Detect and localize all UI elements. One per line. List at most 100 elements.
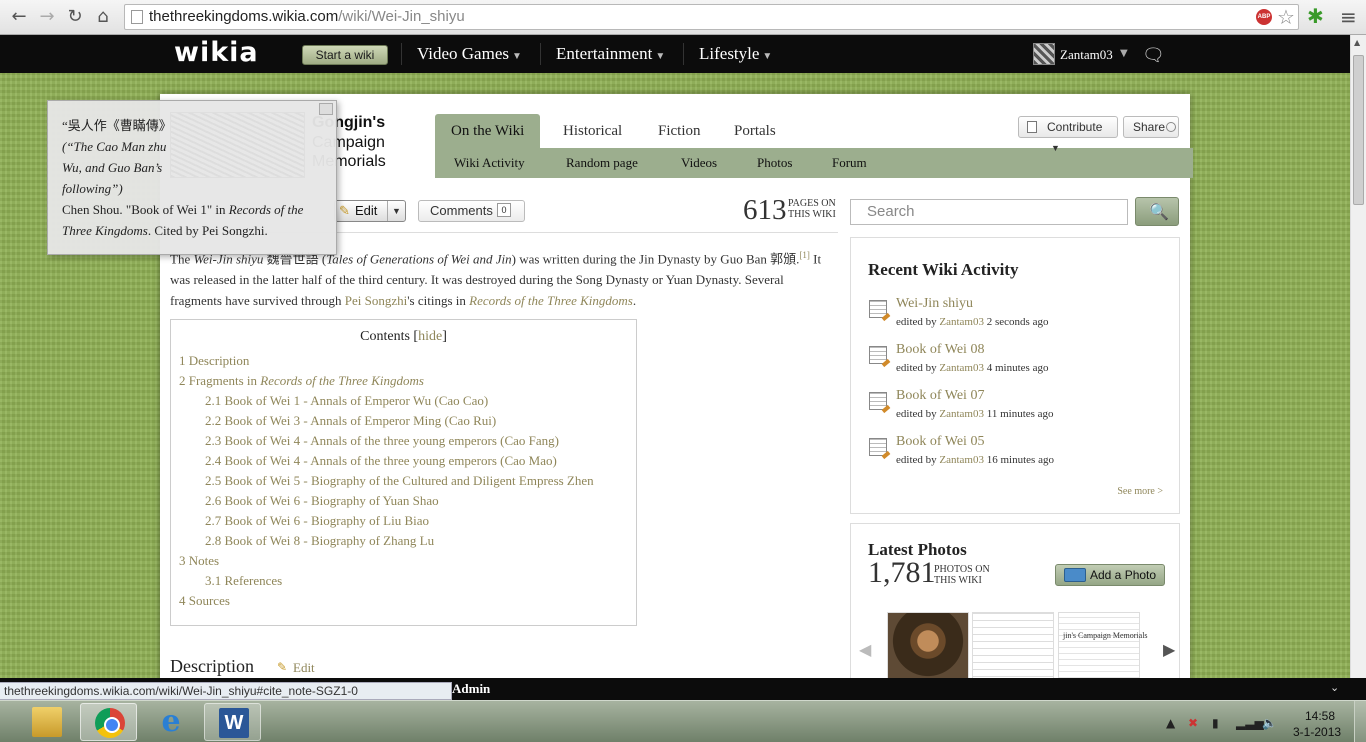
share-button[interactable]: Share [1123,116,1179,138]
section-heading: Description [170,656,254,676]
carousel-prev-icon[interactable]: ◀ [859,640,871,659]
link-pei-songzhi[interactable]: Pei Songzhi [345,293,407,308]
tray-expand-icon[interactable]: ▲ [1166,716,1175,730]
tab-portals[interactable]: Portals [718,114,792,148]
user-link[interactable]: Zantam03 [939,408,984,420]
search-input[interactable]: Search [850,199,1128,225]
page-scrollbar[interactable]: ▲ ▼ [1350,35,1366,700]
toc-hide-link[interactable]: hide [418,329,442,344]
chevron-down-icon[interactable]: ▼ [387,201,405,221]
toc-item[interactable]: 2.5 Book of Wei 5 - Biography of the Cul… [205,473,594,489]
subnav-wiki-activity[interactable]: Wiki Activity [454,155,525,171]
windows-taskbar: e W ▲ ✖ ▮ ▂▃▅ 🔈 14:58 3-1-2013 [0,700,1366,742]
battery-icon[interactable]: ▮ [1212,716,1219,730]
subnav-photos[interactable]: Photos [757,155,792,171]
toc-item[interactable]: 2.8 Book of Wei 8 - Biography of Zhang L… [205,533,434,549]
notifications-icon[interactable]: 🗨 [1142,45,1165,66]
photo-thumbnail[interactable] [972,612,1054,684]
add-photo-icon [1064,568,1086,582]
contribute-button[interactable]: Contribute ▼ [1018,116,1118,153]
edit-activity-icon [869,392,887,410]
volume-icon[interactable]: 🔈 [1262,716,1277,730]
nav-entertainment[interactable]: Entertainment ▼ [556,44,665,64]
toc-item[interactable]: 3 Notes [179,553,219,569]
chevron-down-icon: ▼ [511,51,522,62]
avatar[interactable] [1033,43,1055,65]
subnav-forum[interactable]: Forum [832,155,867,171]
link-records-three-kingdoms[interactable]: Records of the Three Kingdoms [469,293,633,308]
clock-date[interactable]: 3-1-2013 [1293,725,1341,739]
edit-button[interactable]: ✎ Edit ▼ [334,200,406,222]
close-icon[interactable] [319,103,333,115]
recent-activity-module: Recent Wiki Activity Wei-Jin shiyu edited… [850,237,1180,514]
latest-photos-module: Latest Photos 1,781 PHOTOS ON THIS WIKI A… [850,523,1180,693]
home-icon[interactable]: ⌂ [92,6,114,28]
activity-title-link[interactable]: Book of Wei 05 [896,434,984,450]
toolbar-admin-link[interactable]: Admin [452,681,490,697]
user-link[interactable]: Zantam03 [939,362,984,374]
adblock-icon[interactable]: ABP [1256,9,1272,25]
user-link[interactable]: Zantam03 [939,316,984,328]
reload-icon[interactable]: ↻ [64,6,86,28]
toc-item[interactable]: 2.3 Book of Wei 4 - Annals of the three … [205,433,559,449]
nav-video-games[interactable]: Video Games ▼ [417,44,522,64]
tab-fiction[interactable]: Fiction [642,114,717,148]
activity-meta: edited by Zantam03 16 minutes ago [896,454,1054,466]
taskbar-explorer-button[interactable] [18,703,75,741]
section-edit-link[interactable]: Edit [293,660,315,676]
scroll-up-icon[interactable]: ▲ [1354,38,1360,47]
tab-on-the-wiki[interactable]: On the Wiki [435,114,541,148]
toc-item[interactable]: 2.2 Book of Wei 3 - Annals of Emperor Mi… [205,413,496,429]
taskbar-chrome-button[interactable] [80,703,137,741]
pencil-icon[interactable]: ✎ [277,660,287,675]
toc-item[interactable]: 2.1 Book of Wei 1 - Annals of Emperor Wu… [205,393,488,409]
toc-item[interactable]: 2.6 Book of Wei 6 - Biography of Yuan Sh… [205,493,439,509]
forward-arrow-icon[interactable]: → [36,6,58,28]
activity-title-link[interactable]: Book of Wei 08 [896,342,984,358]
activity-title-link[interactable]: Book of Wei 07 [896,388,984,404]
photo-thumbnail[interactable]: jin's Campaign Memorials [1058,612,1148,684]
taskbar-word-button[interactable]: W [204,703,261,741]
taskbar-ie-button[interactable]: e [142,703,199,741]
nav-lifestyle[interactable]: Lifestyle ▼ [699,44,772,64]
address-bar[interactable]: thethreekingdoms.wikia.com/wiki/Wei-Jin_… [124,4,1299,30]
chevron-down-icon[interactable]: ⌄ [1330,681,1339,694]
subnav-random-page[interactable]: Random page [566,155,638,171]
browser-menu-icon[interactable]: ≡ [1340,6,1357,28]
tab-historical[interactable]: Historical [547,114,638,148]
wikia-logo[interactable]: wikia [174,37,259,68]
search-button[interactable]: 🔍 [1135,197,1179,226]
toc-item[interactable]: 4 Sources [179,593,230,609]
toc-item[interactable]: 3.1 References [205,573,282,589]
show-desktop-button[interactable] [1354,701,1366,742]
clock-time[interactable]: 14:58 [1305,709,1335,723]
add-photo-button[interactable]: Add a Photo [1055,564,1165,586]
carousel-next-icon[interactable]: ▶ [1163,640,1175,659]
start-wiki-button[interactable]: Start a wiki [302,45,388,65]
share-icon [1166,122,1176,132]
user-link[interactable]: Zantam03 [939,454,984,466]
wiki-subnav: Wiki Activity Random page Videos Photos … [435,148,1193,178]
signal-icon[interactable]: ▂▃▅ [1236,716,1264,730]
activity-title-link[interactable]: Wei-Jin shiyu [896,296,973,312]
toc-item[interactable]: 2.4 Book of Wei 4 - Annals of the three … [205,453,557,469]
network-warning-icon[interactable]: ✖ [1188,716,1198,730]
extension-icon[interactable]: ✱ [1307,5,1324,27]
status-bar: thethreekingdoms.wikia.com/wiki/Wei-Jin_… [0,682,452,700]
user-menu[interactable]: Zantam03 [1060,47,1113,63]
bookmark-star-icon[interactable]: ☆ [1277,5,1295,29]
subnav-videos[interactable]: Videos [681,155,717,171]
toc-title: Contents [hide] [360,329,447,344]
back-arrow-icon[interactable]: ← [8,6,30,28]
comments-button[interactable]: Comments 0 [418,200,525,222]
scroll-thumb[interactable] [1353,55,1364,205]
photo-thumbnail[interactable] [887,612,969,684]
tooltip-text: (“The Cao Man zhu [62,139,167,154]
citation-link[interactable]: [1] [799,250,810,260]
toc-item[interactable]: 2 Fragments in Records of the Three King… [179,373,424,389]
toc-item[interactable]: 2.7 Book of Wei 6 - Biography of Liu Bia… [205,513,429,529]
toc-item[interactable]: 1 Description [179,353,249,369]
see-more-link[interactable]: See more > [1117,486,1163,497]
chevron-down-icon[interactable]: ▼ [1120,48,1128,59]
nav-divider [401,43,402,65]
